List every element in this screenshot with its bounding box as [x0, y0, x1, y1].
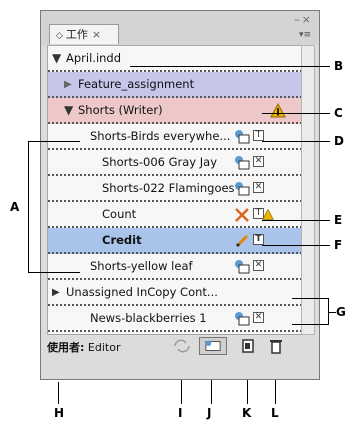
expanded-triangle-icon[interactable]: ▼ [64, 98, 73, 123]
scrollbar[interactable] [301, 45, 315, 335]
panel-titlebar: ◇ 工作 × –× ▾≡ [41, 11, 319, 45]
warning-icon [270, 103, 286, 118]
callout-k: K [242, 406, 252, 420]
list-item-assignment[interactable]: ▼ Shorts (Writer) [48, 98, 302, 124]
row-label: Shorts (Writer) [78, 103, 163, 117]
window-controls[interactable]: –× [294, 13, 313, 26]
row-label: Unassigned InCopy Cont... [66, 285, 218, 299]
collapsed-triangle-icon[interactable]: ▶ [52, 280, 60, 305]
list-item-story[interactable]: Shorts-yellow leaf ✕ [48, 254, 302, 280]
callout-a: A [10, 200, 20, 214]
checked-out-icon [235, 182, 250, 196]
callout-i: I [178, 406, 183, 420]
list-item-doc[interactable]: ▼ April.indd [48, 46, 302, 72]
callout-f: F [334, 238, 343, 252]
callout-b: B [334, 59, 344, 73]
list-item-story[interactable]: Count T [48, 202, 302, 228]
callout-c: C [334, 106, 343, 120]
list-item-story[interactable]: Shorts-Birds everywhe... T [48, 124, 302, 150]
row-label: Count [102, 207, 137, 221]
row-label: News-blackberries 1 [90, 311, 207, 325]
row-label: April.indd [66, 51, 122, 65]
update-content-icon[interactable] [171, 337, 193, 355]
text-content-icon: T [253, 130, 264, 141]
callout-l: L [271, 406, 279, 420]
row-label: Shorts-006 Gray Jay [102, 155, 217, 169]
graphic-content-icon: ✕ [253, 260, 264, 271]
trash-icon[interactable] [265, 337, 287, 355]
text-content-icon: T [253, 234, 264, 245]
row-label: Shorts-yellow leaf [90, 259, 193, 273]
unavailable-pencil-icon [235, 208, 249, 222]
row-label: Feature_assignment [78, 77, 195, 91]
status-bar: 使用者: Editor [47, 339, 120, 355]
checked-out-icon [235, 312, 250, 326]
row-label: Credit [102, 233, 142, 247]
callout-d: D [334, 134, 344, 148]
list-item-group[interactable]: ▶ Unassigned InCopy Cont... [48, 280, 302, 306]
callout-h: H [54, 406, 65, 420]
panel-tab[interactable]: ◇ 工作 × [49, 24, 119, 44]
tab-close-icon[interactable]: × [92, 28, 101, 41]
user-label: 使用者: [47, 341, 85, 354]
checked-out-icon [235, 156, 250, 170]
list-item-story[interactable]: News-blackberries 1 ✕ [48, 306, 302, 332]
list-item-story[interactable]: Shorts-006 Gray Jay ✕ [48, 150, 302, 176]
row-label: Shorts-022 Flamingoes [102, 181, 235, 195]
sort-icon: ◇ [56, 31, 63, 41]
checked-out-icon [235, 260, 250, 274]
graphic-content-icon: ✕ [253, 156, 264, 167]
expanded-triangle-icon[interactable]: ▼ [52, 46, 61, 71]
assignment-list: ▼ April.indd ▶ Feature_assignment ▼ Shor… [47, 45, 303, 335]
list-item-story-selected[interactable]: Credit T [48, 228, 302, 254]
user-name: Editor [87, 341, 121, 354]
new-assignment-icon[interactable] [237, 337, 259, 355]
list-item-assignment[interactable]: ▶ Feature_assignment [48, 72, 302, 98]
checkout-selection-button[interactable] [199, 337, 227, 355]
callout-j: J [207, 406, 212, 420]
editing-pencil-icon [235, 234, 249, 248]
checked-out-icon [235, 130, 250, 144]
list-item-story[interactable]: Shorts-022 Flamingoes ✕ [48, 176, 302, 202]
row-label: Shorts-Birds everywhe... [90, 129, 231, 143]
graphic-content-icon: ✕ [253, 182, 264, 193]
graphic-content-icon: ✕ [253, 312, 264, 323]
callout-g: G [336, 305, 346, 319]
callout-e: E [334, 213, 343, 227]
tab-label: 工作 [65, 28, 88, 41]
collapsed-triangle-icon[interactable]: ▶ [64, 72, 72, 97]
panel-menu-button[interactable]: ▾≡ [297, 29, 313, 42]
